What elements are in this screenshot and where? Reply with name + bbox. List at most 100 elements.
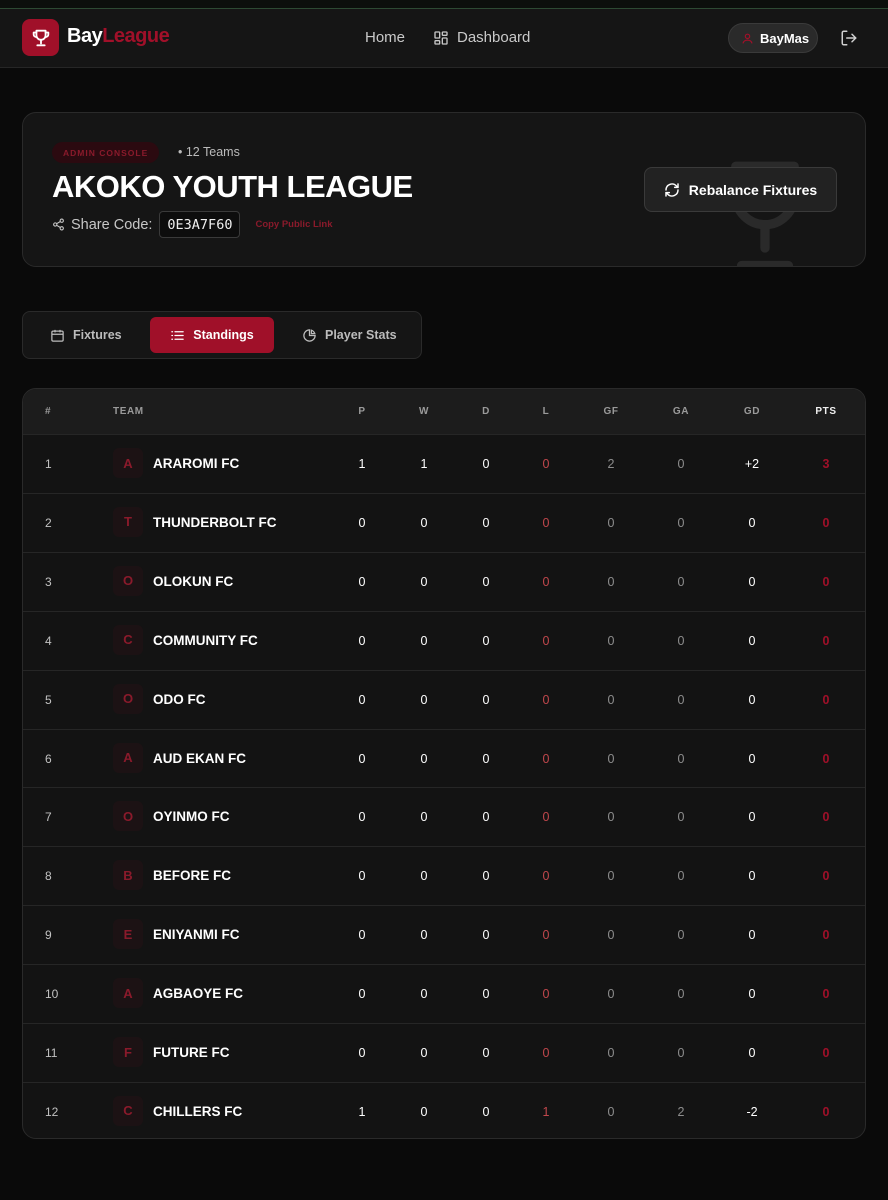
app-logo-text[interactable]: BayLeague bbox=[67, 25, 170, 48]
stat-l: 0 bbox=[542, 987, 550, 1002]
stat-gf: 0 bbox=[607, 751, 615, 766]
stat-w: 0 bbox=[420, 1104, 428, 1119]
stat-w: 0 bbox=[420, 692, 428, 707]
table-row[interactable]: 5 O ODO FC 0 0 0 0 0 0 0 0 bbox=[23, 669, 865, 729]
tab-player-stats[interactable]: Player Stats bbox=[295, 317, 405, 353]
col-header-drawn: D bbox=[482, 406, 490, 417]
stat-w: 1 bbox=[420, 457, 428, 471]
list-icon bbox=[171, 330, 185, 340]
team-name[interactable]: COMMUNITY FC bbox=[153, 633, 258, 648]
team-rank: 9 bbox=[45, 928, 52, 943]
table-row[interactable]: 6 A AUD EKAN FC 0 0 0 0 0 0 0 0 bbox=[23, 728, 865, 788]
team-name[interactable]: ENIYANMI FC bbox=[153, 927, 240, 942]
stat-p: 0 bbox=[358, 810, 366, 825]
stat-ga: 0 bbox=[677, 987, 685, 1002]
stat-gd: 0 bbox=[748, 987, 756, 1002]
stat-pts: 0 bbox=[822, 928, 830, 943]
stat-d: 0 bbox=[482, 928, 490, 943]
stat-gd: 0 bbox=[748, 633, 756, 648]
stat-pts: 0 bbox=[822, 1046, 830, 1060]
col-header-team: TEAM bbox=[113, 406, 144, 417]
stat-l: 0 bbox=[542, 515, 550, 530]
stat-gf: 0 bbox=[607, 633, 615, 648]
stat-d: 0 bbox=[482, 1046, 490, 1060]
team-name[interactable]: AUD EKAN FC bbox=[153, 751, 246, 766]
col-header-played: P bbox=[358, 406, 366, 417]
stat-d: 0 bbox=[482, 869, 490, 884]
stat-d: 0 bbox=[482, 633, 490, 648]
stat-p: 0 bbox=[358, 633, 366, 648]
tab-fixtures[interactable]: Fixtures bbox=[41, 317, 151, 353]
team-name[interactable]: CHILLERS FC bbox=[153, 1104, 242, 1119]
stat-gf: 0 bbox=[607, 692, 615, 707]
tab-standings[interactable]: Standings bbox=[150, 317, 274, 353]
stat-pts: 0 bbox=[822, 633, 830, 648]
team-initial-badge: T bbox=[113, 506, 143, 537]
stat-w: 0 bbox=[420, 987, 428, 1002]
stat-p: 0 bbox=[358, 987, 366, 1002]
stat-l: 0 bbox=[542, 692, 550, 707]
team-name[interactable]: THUNDERBOLT FC bbox=[153, 515, 276, 530]
team-name[interactable]: AGBAOYE FC bbox=[153, 986, 243, 1001]
table-row[interactable]: 4 C COMMUNITY FC 0 0 0 0 0 0 0 0 bbox=[23, 610, 865, 670]
nav-home-link[interactable]: Home bbox=[365, 29, 405, 46]
team-name[interactable]: BEFORE FC bbox=[153, 868, 231, 883]
stat-p: 0 bbox=[358, 928, 366, 943]
team-name[interactable]: ARAROMI FC bbox=[153, 456, 239, 471]
stat-gd: 0 bbox=[748, 692, 756, 707]
table-row[interactable]: 8 B BEFORE FC 0 0 0 0 0 0 0 0 bbox=[23, 846, 865, 905]
table-row[interactable]: 1 A ARAROMI FC 1 1 0 0 2 0 +2 3 bbox=[23, 434, 865, 493]
team-initial-badge: A bbox=[113, 978, 143, 1009]
stat-gf: 0 bbox=[607, 1104, 615, 1119]
logo-text-league: League bbox=[102, 25, 170, 47]
table-row[interactable]: 2 T THUNDERBOLT FC 0 0 0 0 0 0 0 0 bbox=[23, 492, 865, 552]
team-initial-badge: O bbox=[113, 801, 143, 832]
tab-player-stats-label: Player Stats bbox=[325, 328, 397, 342]
stat-w: 0 bbox=[420, 751, 428, 766]
tab-fixtures-label: Fixtures bbox=[73, 328, 122, 342]
stat-w: 0 bbox=[420, 574, 428, 589]
nav-dashboard-link[interactable]: Dashboard bbox=[433, 29, 530, 46]
table-row[interactable]: 10 A AGBAOYE FC 0 0 0 0 0 0 0 0 bbox=[23, 964, 865, 1023]
stat-ga: 0 bbox=[677, 928, 685, 943]
standings-table: # TEAM P W D L GF GA GD PTS 1 A ARAROMI FC… bbox=[22, 388, 866, 1139]
col-header-rank: # bbox=[45, 406, 52, 417]
team-name[interactable]: OLOKUN FC bbox=[153, 574, 233, 589]
rebalance-fixtures-button[interactable]: Rebalance Fixtures bbox=[644, 167, 837, 212]
stat-p: 0 bbox=[358, 515, 366, 530]
stat-w: 0 bbox=[420, 515, 428, 530]
stat-l: 0 bbox=[542, 928, 550, 943]
team-count: • 12 Teams bbox=[178, 145, 240, 159]
table-row[interactable]: 9 E ENIYANMI FC 0 0 0 0 0 0 0 0 bbox=[23, 905, 865, 964]
stat-l: 0 bbox=[542, 1046, 550, 1060]
stat-gd: 0 bbox=[748, 869, 756, 884]
stat-p: 0 bbox=[358, 574, 366, 589]
stat-w: 0 bbox=[420, 1046, 428, 1060]
stat-d: 0 bbox=[482, 810, 490, 825]
table-row[interactable]: 7 O OYINMO FC 0 0 0 0 0 0 0 0 bbox=[23, 787, 865, 846]
stat-p: 1 bbox=[358, 457, 366, 471]
dashboard-grid-icon bbox=[434, 30, 448, 45]
logout-icon[interactable] bbox=[840, 29, 858, 52]
table-row[interactable]: 11 F FUTURE FC 0 0 0 0 0 0 0 0 bbox=[23, 1023, 865, 1082]
team-rank: 5 bbox=[45, 692, 52, 707]
stat-pts: 3 bbox=[822, 457, 830, 471]
trophy-logo-icon[interactable] bbox=[22, 19, 59, 56]
team-name[interactable]: OYINMO FC bbox=[153, 809, 230, 824]
stat-d: 0 bbox=[482, 751, 490, 766]
stat-w: 0 bbox=[420, 928, 428, 943]
table-row[interactable]: 3 O OLOKUN FC 0 0 0 0 0 0 0 0 bbox=[23, 551, 865, 611]
col-header-lost: L bbox=[542, 406, 550, 417]
stat-gd: 0 bbox=[748, 574, 756, 589]
user-menu-button[interactable]: BayMas bbox=[728, 23, 818, 53]
share-code-value[interactable]: 0E3A7F60 bbox=[159, 211, 241, 238]
top-accent-line bbox=[0, 0, 888, 9]
team-initial-badge: O bbox=[113, 565, 143, 596]
table-row[interactable]: 12 C CHILLERS FC 1 0 0 1 0 2 -2 0 bbox=[23, 1081, 865, 1138]
team-name[interactable]: FUTURE FC bbox=[153, 1045, 230, 1060]
copy-public-link[interactable]: Copy Public Link bbox=[255, 219, 332, 230]
stat-gf: 0 bbox=[607, 1046, 615, 1060]
stat-gf: 0 bbox=[607, 515, 615, 530]
league-tabs: Fixtures Standings Player Stats bbox=[22, 311, 422, 359]
team-name[interactable]: ODO FC bbox=[153, 692, 206, 707]
